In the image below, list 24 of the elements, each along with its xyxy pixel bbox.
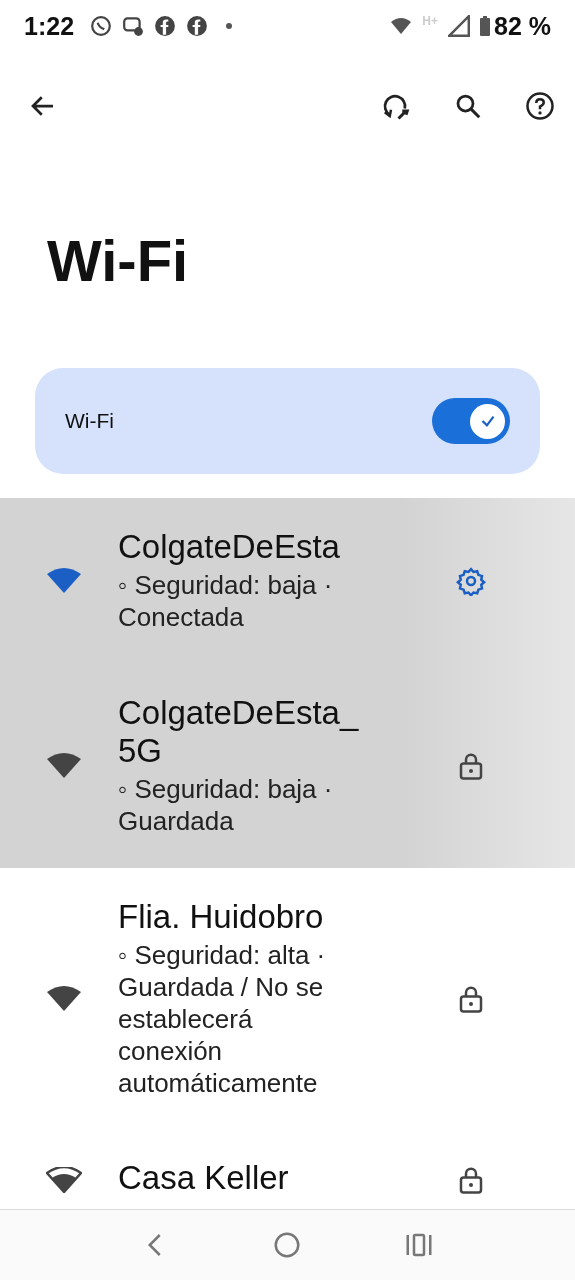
network-row[interactable]: ColgateDeEsta_5G ◦ Seguridad: baja · Guardada <box>0 663 575 868</box>
toggle-switch[interactable] <box>432 398 510 444</box>
battery-level: 82 % <box>494 11 551 41</box>
network-status: ◦ Seguridad: baja · Conectada <box>118 569 334 634</box>
network-status: ◦ Seguridad: baja · Guardada <box>118 773 334 838</box>
network-name: Flia. Huidobro <box>118 897 325 936</box>
network-name: ColgateDeEsta <box>118 528 341 566</box>
help-icon[interactable] <box>525 91 555 121</box>
settings-icon[interactable] <box>456 565 486 596</box>
chat-icon <box>90 15 113 37</box>
network-name: Casa Keller <box>118 1159 290 1198</box>
network-row[interactable]: ColgateDeEsta ◦ Seguridad: baja · Conectada <box>0 498 575 664</box>
network-name: ColgateDeEsta_5G <box>118 693 360 770</box>
toggle-label: Wi-Fi <box>65 409 115 433</box>
social-icon <box>186 15 209 37</box>
wifi-toggle-card[interactable]: Wi-Fi <box>35 368 540 474</box>
network-status: ◦ Seguridad: alta · Guardada / No se establecerá conexión automáticamente <box>118 939 327 1100</box>
battery-icon <box>480 16 490 36</box>
message-icon <box>122 15 145 37</box>
signal-icon <box>448 15 470 37</box>
status-time: 1:22 <box>24 11 75 41</box>
page-title: Wi-Fi <box>47 227 190 295</box>
dot-icon <box>226 23 233 29</box>
social-icon <box>154 15 177 37</box>
